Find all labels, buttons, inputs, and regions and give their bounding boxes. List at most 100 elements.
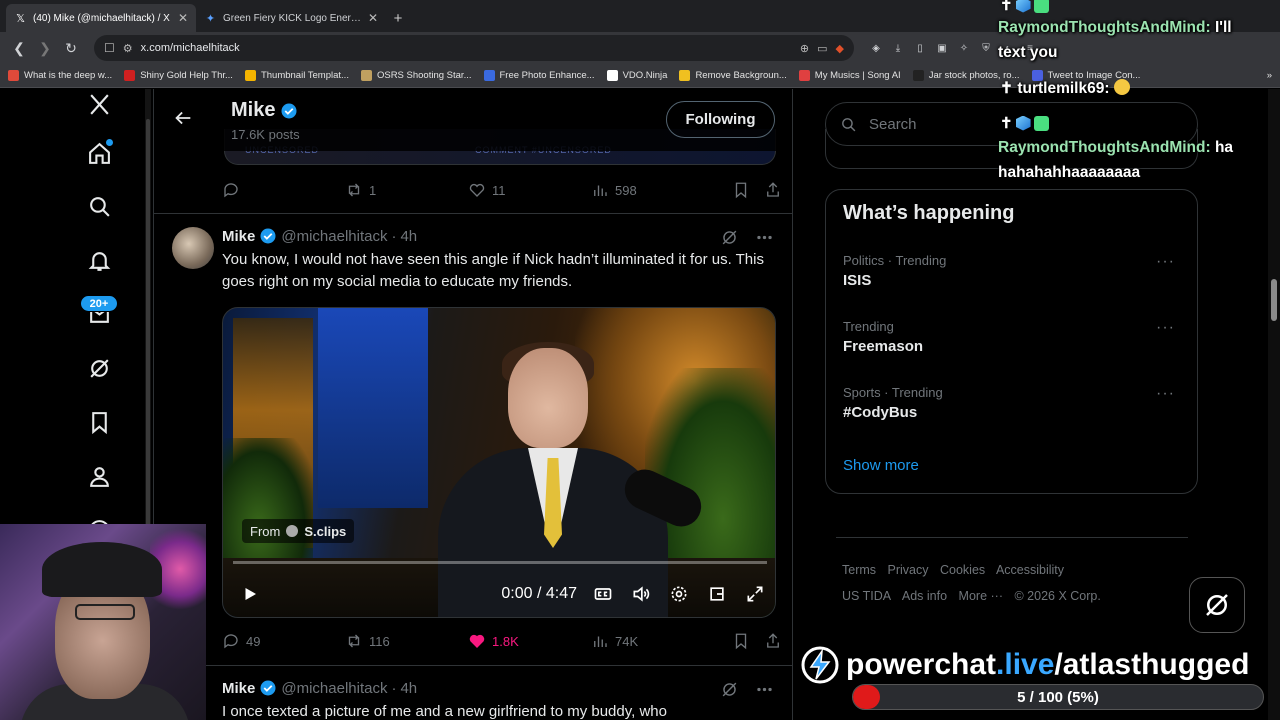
pip-icon[interactable] [705, 582, 729, 606]
search-icon[interactable] [84, 191, 114, 221]
bookmark-item[interactable]: Remove Backgroun... [679, 70, 787, 81]
reload-icon[interactable]: ↻ [60, 37, 82, 59]
reply-button[interactable] [222, 181, 345, 199]
views-button[interactable]: 598 [591, 181, 714, 199]
grok-icon[interactable] [720, 228, 739, 247]
back-icon[interactable]: ❮ [8, 37, 30, 59]
bookmark-item[interactable]: Shiny Gold Help Thr... [124, 70, 233, 81]
following-button[interactable]: Following [666, 101, 775, 138]
page-scrollbar[interactable] [1268, 89, 1280, 720]
grok-floating-button[interactable] [1189, 577, 1245, 633]
extension-icon[interactable]: ◈ [868, 40, 884, 56]
share-icon[interactable] [764, 181, 782, 199]
chat-text: I'll [1214, 19, 1232, 36]
bookmarks-overflow-icon[interactable]: » [1267, 70, 1272, 81]
tweet-age[interactable]: 4h [400, 228, 417, 245]
address-bar[interactable]: ☐ ⚙ x.com/michaelhitack ⊕ ▭ ◆ [94, 35, 854, 61]
notifications-bell-icon[interactable] [84, 245, 114, 275]
volume-icon[interactable] [629, 582, 653, 606]
grok-icon[interactable] [84, 353, 114, 383]
bookmark-favicon-icon [8, 70, 19, 81]
author-name[interactable]: Mike [222, 680, 255, 697]
bookmark-item[interactable]: VDO.Ninja [606, 70, 667, 81]
repost-button[interactable]: 1 [345, 181, 468, 199]
video-source-chip[interactable]: From S.clips [242, 519, 355, 543]
back-arrow-icon[interactable] [172, 107, 194, 129]
trend-item[interactable]: Sports · Trending #CodyBus ··· [843, 385, 1183, 421]
more-dots-icon[interactable]: ··· [1156, 385, 1175, 403]
bookmark-star-icon[interactable]: ☐ [104, 41, 115, 55]
more-dots-icon[interactable] [755, 680, 774, 699]
settings-gear-icon[interactable] [667, 582, 691, 606]
repost-icon [348, 183, 360, 197]
more-dots-icon[interactable]: ··· [1156, 253, 1175, 271]
views-chart-icon [594, 636, 607, 647]
home-icon[interactable] [84, 138, 114, 168]
chat-text: ha [1214, 139, 1234, 156]
wallet-icon[interactable]: ▣ [934, 40, 950, 56]
bookmark-item[interactable]: My Musics | Song AI [798, 70, 901, 81]
views-button[interactable]: 74K [591, 632, 714, 650]
play-icon[interactable] [237, 581, 263, 607]
author-handle[interactable]: @michaelhitack [281, 228, 387, 245]
footer-more-link[interactable]: More ··· [959, 589, 1003, 603]
more-dots-icon[interactable] [755, 228, 774, 247]
cast-icon[interactable]: ▭ [817, 42, 827, 55]
sidebar-icon[interactable]: ▯ [912, 40, 928, 56]
repost-button[interactable]: 116 [345, 632, 468, 650]
tab-gemini[interactable]: ✦ Green Fiery KICK Logo Energy - Goog ✕ [196, 4, 386, 32]
x-home-logo-icon[interactable] [84, 89, 114, 119]
video-progress-bar[interactable] [233, 561, 767, 564]
bookmark-item[interactable]: What is the deep w... [8, 70, 112, 81]
download-icon[interactable]: ⤓ [890, 40, 906, 56]
close-tab-icon[interactable]: ✕ [178, 11, 188, 25]
bookmark-icon[interactable] [732, 632, 750, 650]
like-button[interactable]: 11 [468, 181, 591, 199]
captions-icon[interactable] [591, 582, 615, 606]
bookmark-item[interactable]: Thumbnail Templat... [244, 70, 349, 81]
bookmark-favicon-icon [912, 70, 924, 81]
vpn-icon[interactable]: ⛨ [978, 40, 994, 56]
footer-cookies-link[interactable]: Cookies [940, 563, 985, 577]
footer-privacy-link[interactable]: Privacy [888, 563, 929, 577]
tab-x-profile[interactable]: 𝕏 (40) Mike (@michaelhitack) / X ✕ [6, 4, 196, 32]
site-info-icon[interactable]: ⚙ [123, 42, 133, 55]
bookmarks-icon[interactable] [84, 407, 114, 437]
zoom-icon[interactable]: ⊕ [800, 42, 809, 55]
author-handle[interactable]: @michaelhitack [281, 680, 387, 697]
avatar[interactable] [172, 227, 214, 269]
footer-tida-link[interactable]: US TIDA [842, 589, 891, 603]
x-logo-icon: 𝕏 [16, 12, 25, 25]
new-tab-button[interactable]: + [386, 4, 410, 32]
brave-shield-icon[interactable]: ◆ [836, 42, 844, 55]
like-button[interactable]: 1.8K [468, 632, 591, 650]
bookmark-item[interactable]: OSRS Shooting Star... [360, 70, 472, 81]
fullscreen-icon[interactable] [743, 582, 767, 606]
bookmark-icon[interactable] [732, 181, 750, 199]
powerchat-tld: .live [996, 648, 1055, 681]
leo-icon[interactable]: ✧ [956, 40, 972, 56]
forward-icon[interactable]: ❯ [34, 37, 56, 59]
reply-button[interactable]: 49 [222, 632, 345, 650]
close-tab-icon[interactable]: ✕ [368, 11, 378, 25]
grok-icon[interactable] [720, 680, 739, 699]
footer-ads-link[interactable]: Ads info [902, 589, 947, 603]
video-scene [318, 308, 428, 508]
chat-message: RaymondThoughtsAndMind: ha [998, 139, 1233, 157]
footer-terms-link[interactable]: Terms [842, 563, 876, 577]
trend-context: Politics · Trending [843, 253, 947, 268]
repost-count: 116 [369, 633, 390, 649]
trend-context: Trending [843, 319, 894, 334]
share-icon[interactable] [764, 632, 782, 650]
trend-item[interactable]: Politics · Trending ISIS ··· [843, 253, 1183, 289]
profile-icon[interactable] [84, 461, 114, 491]
video-player[interactable]: From S.clips 0:00 / 4:47 [222, 307, 776, 618]
trend-item[interactable]: Trending Freemason ··· [843, 319, 1183, 355]
tweet-age[interactable]: 4h [400, 680, 417, 697]
footer-accessibility-link[interactable]: Accessibility [996, 563, 1064, 577]
post-count: 17.6K posts [231, 127, 300, 142]
more-dots-icon[interactable]: ··· [1156, 319, 1175, 337]
show-more-link[interactable]: Show more [843, 457, 919, 474]
bookmark-item[interactable]: Free Photo Enhance... [483, 70, 595, 81]
author-name[interactable]: Mike [222, 228, 255, 245]
